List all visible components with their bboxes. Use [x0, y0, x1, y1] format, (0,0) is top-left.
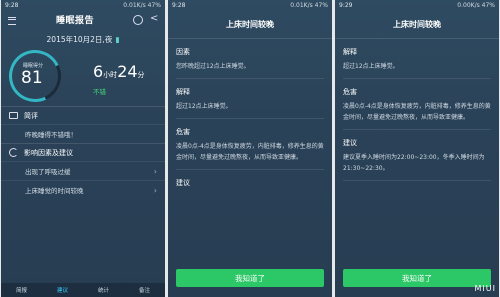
date-text: 2015年10月2日,夜 [46, 35, 113, 44]
cause-text: 您昨晚超过12点上床睡觉。 [176, 61, 324, 79]
factors-title: 影响因素及建议 [24, 148, 73, 157]
status-bar: 9:28 0.01K/s 47% [1, 0, 165, 11]
status-time: 9:28 [172, 2, 186, 9]
status-time: 9:28 [5, 2, 19, 9]
sleep-quality: 不错 [93, 88, 106, 96]
calendar-chart-icon[interactable]: ▮ [115, 35, 119, 44]
harm-text: 凌晨0点-4点是身体恢复疲劳，内脏排毒，修养生息的黄金时间，尽量避免过晚熬夜，从… [176, 141, 324, 170]
review-section: 简评 昨晚睡得不错哦！ [1, 106, 165, 143]
report-date[interactable]: 2015年10月2日,夜 ▮ [1, 34, 165, 45]
explain-text: 超过12点上床睡觉。 [343, 61, 491, 79]
factors-header: 影响因素及建议 [1, 144, 165, 161]
got-it-button[interactable]: 我知道了 [343, 269, 491, 287]
chevron-right-icon: › [153, 166, 157, 176]
explain-label: 解释 [343, 48, 357, 56]
detail-dialog-scrolled-screen: 9:29 0.00K/s 47% 上床时间较晚 解释 超过12点上床睡觉。 危害… [335, 0, 499, 297]
advice-label: 建议 [176, 179, 190, 187]
sleep-duration: 6小时24分 [93, 62, 145, 81]
score-panel: 睡眠得分 81 6小时24分 不错 [1, 42, 165, 110]
factors-section: 影响因素及建议 出现了呼吸过缓 › 上床睡觉的时间较晚 › [1, 143, 165, 199]
share-icon[interactable] [149, 13, 159, 25]
status-battery: 47% [481, 2, 495, 9]
review-text: 昨晚睡得不错哦！ [25, 131, 77, 139]
sleep-report-screen: 9:28 0.01K/s 47% 睡眠报告 2015年10月2日,夜▮ 睡眠得分… [1, 0, 165, 297]
explain-text: 超过12点上床睡觉。 [176, 101, 324, 119]
watermark: MIUI [474, 284, 496, 293]
dialog-body: 解释 超过12点上床睡觉。 危害 凌晨0点-4点是身体恢复疲劳，内脏排毒，修养生… [335, 43, 499, 181]
nav-tab-advice[interactable]: 建议 [57, 286, 68, 294]
detail-dialog-screen: 9:28 0.01K/s 47% 上床时间较晚 因素 您昨晚超过12点上床睡觉。… [168, 0, 332, 297]
status-net: 0.01K/s [290, 2, 313, 9]
factor-item[interactable]: 上床睡觉的时间较晚 › [1, 180, 165, 199]
status-net: 0.00K/s [457, 2, 480, 9]
status-net: 0.01K/s [123, 2, 146, 9]
advice-label: 建议 [343, 139, 357, 147]
harm-label: 危害 [343, 88, 357, 96]
nav-tab-stats[interactable]: 统计 [98, 286, 109, 294]
pie-chart-icon [9, 148, 18, 157]
comment-icon [9, 112, 18, 119]
advice-text: 建议夏季入睡时间为22:00~23:00，冬季入睡时间为21:30~22:30。 [343, 152, 491, 181]
factor-label: 出现了呼吸过缓 [25, 168, 71, 176]
minutes-unit: 分 [137, 71, 145, 79]
nav-tab-brief[interactable]: 简报 [16, 286, 27, 294]
status-battery: 47% [314, 2, 328, 9]
page-title: 睡眠报告 [55, 16, 94, 26]
hours-unit: 小时 [103, 71, 118, 79]
explain-label: 解释 [176, 88, 190, 96]
cause-label: 因素 [176, 48, 190, 56]
got-it-button[interactable]: 我知道了 [176, 269, 324, 287]
factor-label: 上床睡觉的时间较晚 [25, 187, 84, 195]
factor-item[interactable]: 出现了呼吸过缓 › [1, 161, 165, 180]
hours-value: 6 [93, 62, 104, 81]
status-time: 9:29 [339, 2, 353, 9]
review-item: 昨晚睡得不错哦！ [1, 124, 165, 143]
status-bar: 9:28 0.01K/s 47% [168, 0, 332, 11]
status-battery: 47% [147, 2, 161, 9]
chevron-right-icon: › [153, 185, 157, 195]
menu-icon[interactable] [7, 15, 17, 25]
review-header: 简评 [1, 107, 165, 124]
minutes-value: 24 [117, 62, 138, 81]
status-bar: 9:29 0.00K/s 47% [335, 0, 499, 11]
dialog-body: 因素 您昨晚超过12点上床睡觉。 解释 超过12点上床睡觉。 危害 凌晨0点-4… [168, 43, 332, 192]
sync-icon[interactable] [132, 14, 143, 25]
nav-tab-notes[interactable]: 备注 [139, 286, 150, 294]
harm-label: 危害 [176, 128, 190, 136]
bottom-nav: 简报 建议 统计 备注 [1, 283, 165, 297]
review-title: 简评 [24, 111, 38, 120]
harm-text: 凌晨0点-4点是身体恢复疲劳，内脏排毒，修养生息的黄金时间，尽量避免过晚熬夜，从… [343, 101, 491, 130]
dialog-title: 上床时间较晚 [168, 11, 332, 39]
top-bar: 睡眠报告 [1, 11, 165, 28]
dialog-title: 上床时间较晚 [335, 11, 499, 39]
score-value: 81 [21, 68, 43, 88]
